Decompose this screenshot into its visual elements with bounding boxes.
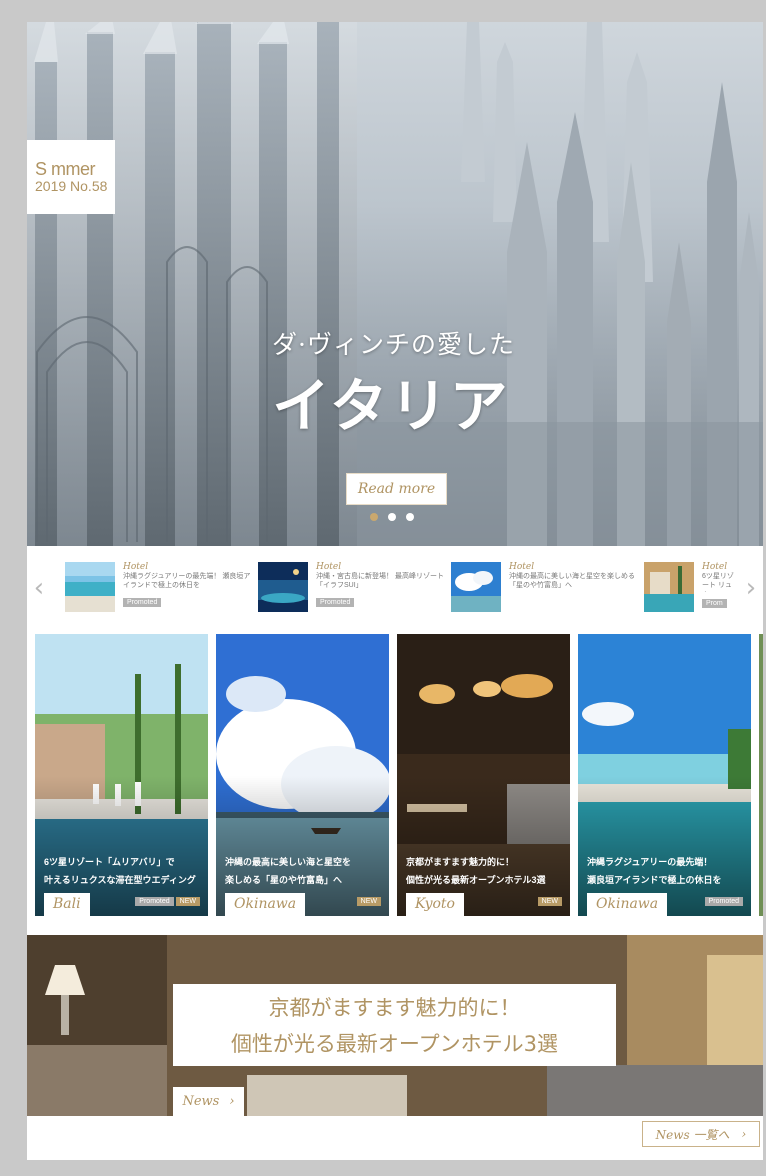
hero-banner[interactable]: S mmer 2019 No.58 ダ·ヴィンチの愛した イタリア Read m… [27,22,763,546]
page-frame: S mmer 2019 No.58 ダ·ヴィンチの愛した イタリア Read m… [27,22,763,1160]
card-caption-line: 個性が光る最新オープンホテル3選 [406,875,546,885]
carousel-dots [370,513,414,521]
chevron-right-icon: › [229,1094,235,1109]
pickup-description: 沖縄の最高に美しい海と星空を楽しめる「星のや竹富島」へ [509,573,635,590]
hero-subtitle: ダ·ヴィンチの愛した [272,330,515,359]
pickup-item[interactable]: Hotel 沖縄ラグジュアリーの最先端！ 瀬良垣アイランドで極上の休日を Pro… [65,562,251,614]
card-place-label: Okinawa [225,893,306,916]
article-card[interactable]: 京都がますます魅力的に！ 個性が光る最新オープンホテル3選 Kyoto NEW [397,634,570,916]
promoted-badge: Promoted [135,897,174,906]
news-headline-box: 京都がますます魅力的に！ 個性が光る最新オープンホテル3選 [173,984,616,1066]
card-caption: 京都がますます魅力的に！ 個性が光る最新オープンホテル3選 [406,853,566,889]
carousel-dot[interactable] [406,513,414,521]
promoted-badge: Promoted [704,897,743,906]
carousel-dot[interactable] [370,513,378,521]
card-caption-line: 楽しめる「星のや竹富島」へ [225,875,343,885]
issue-number: 2019 No.58 [35,177,108,194]
pickup-description: 6ツ星リゾート リュクス [702,573,734,592]
pickup-item[interactable]: Hotel 沖縄・宮古島に新登場！ 最高峰リゾート「イラフSUI」 Promot… [258,562,444,614]
article-card[interactable]: 沖縄の最高に美しい海と星空を 楽しめる「星のや竹富島」へ Okinawa NEW [216,634,389,916]
card-caption-line: 沖縄ラグジュアリーの最先端！ [587,857,713,867]
pickup-thumbnail [451,562,501,612]
pickup-category: Hotel [509,562,535,572]
issue-tag: S mmer 2019 No.58 [27,140,115,214]
chevron-left-icon[interactable]: ‹ [29,574,49,602]
chevron-right-icon: › [741,1127,747,1141]
pickup-description: 沖縄ラグジュアリーの最先端！ 瀬良垣アイランドで極上の休日を [123,573,251,590]
news-tag-link[interactable]: News › [173,1087,244,1116]
article-card-partial[interactable] [759,634,763,916]
news-headline-line: 個性が光る最新オープンホテル3選 [230,1032,559,1056]
cathedral-illustration [27,22,763,546]
news-list-label: News 一覧へ [655,1127,730,1142]
card-caption: 沖縄の最高に美しい海と星空を 楽しめる「星のや竹富島」へ [225,853,385,889]
hero-title: イタリア [272,372,510,440]
card-caption: 6ツ星リゾート「ムリアバリ」で 叶えるリュクスな滞在型ウエディング [44,853,204,889]
card-caption: 沖縄ラグジュアリーの最先端！ 瀬良垣アイランドで極上の休日を [587,853,747,889]
news-headline-line: 京都がますます魅力的に！ [268,996,521,1020]
card-place-label: Bali [44,893,90,916]
article-card[interactable]: 沖縄ラグジュアリーの最先端！ 瀬良垣アイランドで極上の休日を Okinawa P… [578,634,751,916]
card-caption-line: 6ツ星リゾート「ムリアバリ」で [44,857,175,867]
issue-season: S mmer [35,159,96,179]
new-badge: NEW [537,897,562,906]
pickup-thumbnail [65,562,115,612]
card-place-label: Kyoto [406,893,464,916]
promoted-badge: Promoted [123,597,162,607]
news-banner[interactable]: 京都がますます魅力的に！ 個性が光る最新オープンホテル3選 News › [27,935,763,1116]
card-caption-line: 京都がますます魅力的に！ [406,857,515,867]
pickup-category: Hotel [123,562,149,572]
news-tag-label: News [182,1094,220,1109]
new-badge: NEW [356,897,381,906]
card-caption-line: 叶えるリュクスな滞在型ウエディング [44,875,196,885]
article-card[interactable]: 6ツ星リゾート「ムリアバリ」で 叶えるリュクスな滞在型ウエディング Bali P… [35,634,208,916]
pickup-item[interactable]: Hotel 6ツ星リゾート リュクス Prom [644,562,738,614]
chevron-right-icon[interactable]: › [741,574,761,602]
pickup-item[interactable]: Hotel 沖縄の最高に美しい海と星空を楽しめる「星のや竹富島」へ [451,562,637,614]
news-list-button[interactable]: News 一覧へ › [642,1121,760,1147]
pickup-category: Hotel [316,562,342,572]
carousel-dot[interactable] [388,513,396,521]
new-badge: NEW [175,897,200,906]
pickup-category: Hotel [702,562,728,572]
read-more-button[interactable]: Read more [346,473,447,505]
pickup-description: 沖縄・宮古島に新登場！ 最高峰リゾート「イラフSUI」 [316,573,444,590]
pickup-carousel: ‹ Hotel 沖縄ラグジュアリーの最先端！ 瀬良垣アイランドで極上の休日を P… [27,546,763,631]
pickup-thumbnail [644,562,694,612]
card-place-label: Okinawa [587,893,668,916]
hero-title-block: ダ·ヴィンチの愛した イタリア [272,325,515,443]
card-caption-line: 沖縄の最高に美しい海と星空を [225,857,352,867]
pickup-thumbnail [258,562,308,612]
promoted-badge: Promoted [316,597,355,607]
promoted-badge: Prom [702,599,727,608]
card-caption-line: 瀬良垣アイランドで極上の休日を [587,875,722,885]
